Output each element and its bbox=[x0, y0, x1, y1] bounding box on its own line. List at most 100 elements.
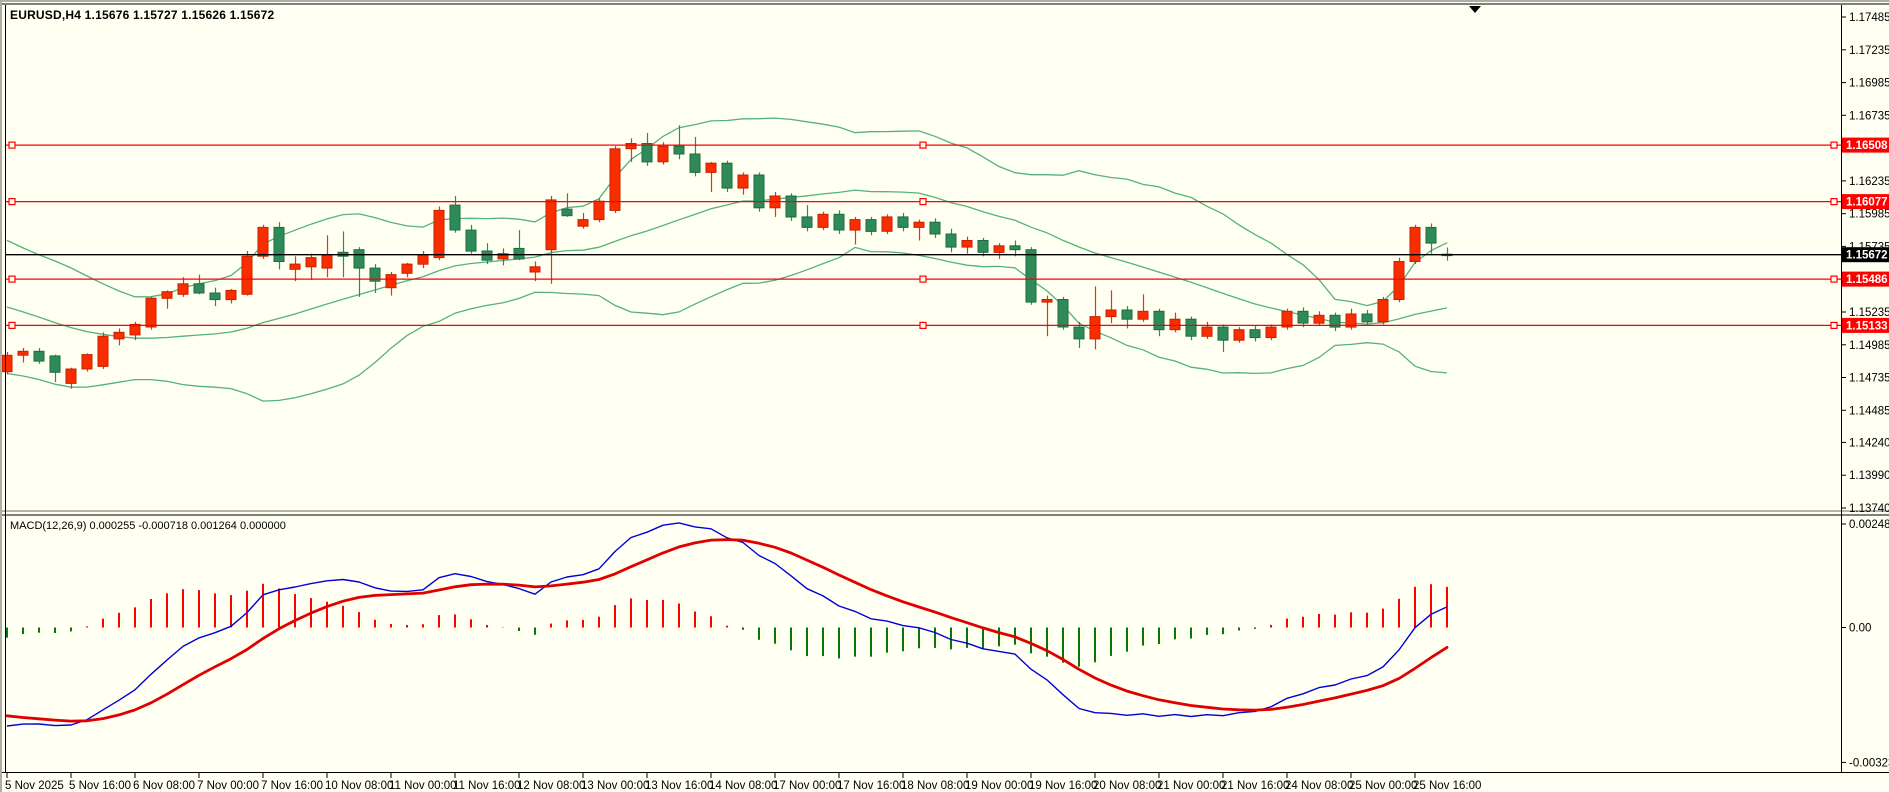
hline-drag-handle[interactable] bbox=[9, 199, 15, 205]
hline-drag-handle[interactable] bbox=[1831, 199, 1837, 205]
candle-bullish bbox=[1282, 311, 1292, 327]
time-axis-label: 24 Nov 08:00 bbox=[1285, 780, 1353, 792]
candle-bullish bbox=[322, 255, 332, 268]
chart-background bbox=[2, 2, 1889, 792]
candle-bearish bbox=[1026, 250, 1036, 302]
candle-bullish bbox=[914, 222, 924, 227]
candle-bullish bbox=[146, 298, 156, 327]
candle-bullish bbox=[386, 275, 396, 288]
hline-drag-handle[interactable] bbox=[9, 142, 15, 148]
candle-bullish bbox=[546, 200, 556, 250]
candle-bullish bbox=[434, 210, 444, 257]
hline-drag-handle[interactable] bbox=[1831, 142, 1837, 148]
price-axis-label: 1.14985 bbox=[1849, 340, 1889, 352]
hline-drag-handle[interactable] bbox=[920, 199, 926, 205]
time-axis-label: 19 Nov 00:00 bbox=[965, 780, 1033, 792]
candle-bearish bbox=[210, 293, 220, 300]
hline-drag-handle[interactable] bbox=[9, 276, 15, 282]
time-axis-label: 11 Nov 00:00 bbox=[389, 780, 457, 792]
candle-bearish bbox=[930, 222, 940, 234]
candle-bearish bbox=[1010, 246, 1020, 250]
candle-bearish bbox=[1186, 319, 1196, 336]
time-axis-label: 5 Nov 2025 bbox=[5, 780, 64, 792]
candle-bullish bbox=[1090, 317, 1100, 339]
candle-bullish bbox=[290, 264, 300, 269]
macd-indicator-label: MACD(12,26,9) 0.000255 -0.000718 0.00126… bbox=[10, 520, 286, 532]
time-axis-label: 10 Nov 08:00 bbox=[325, 780, 393, 792]
candle-bullish bbox=[2, 355, 12, 371]
hline-drag-handle[interactable] bbox=[1831, 322, 1837, 328]
hline-price-tag: 1.15486 bbox=[1846, 274, 1888, 286]
candle-bearish bbox=[1074, 327, 1084, 339]
price-axis-label: 1.14485 bbox=[1849, 405, 1889, 417]
hline-price-tag: 1.16077 bbox=[1846, 197, 1888, 209]
time-axis-label: 7 Nov 00:00 bbox=[197, 780, 259, 792]
price-axis-label: 1.17485 bbox=[1849, 12, 1889, 24]
candle-bullish bbox=[18, 351, 28, 355]
candle-bullish bbox=[658, 146, 668, 162]
candle-bullish bbox=[418, 255, 428, 264]
time-axis-label: 17 Nov 00:00 bbox=[773, 780, 841, 792]
candle-bearish bbox=[562, 209, 572, 216]
hline-drag-handle[interactable] bbox=[9, 322, 15, 328]
hline-drag-handle[interactable] bbox=[920, 142, 926, 148]
candle-bullish bbox=[98, 336, 108, 366]
candle-bullish bbox=[706, 163, 716, 172]
candle-bullish bbox=[594, 201, 604, 219]
candle-bearish bbox=[690, 154, 700, 172]
hline-price-tag: 1.16508 bbox=[1846, 140, 1888, 152]
candle-bearish bbox=[466, 230, 476, 251]
candle-bullish bbox=[626, 144, 636, 149]
hline-drag-handle[interactable] bbox=[920, 276, 926, 282]
candle-bearish bbox=[642, 144, 652, 162]
candle-bullish bbox=[1042, 300, 1052, 303]
candle-bullish bbox=[114, 332, 124, 339]
candle-bullish bbox=[1378, 300, 1388, 322]
candle-bullish bbox=[402, 264, 412, 273]
price-axis-label: 1.14240 bbox=[1849, 437, 1889, 449]
time-axis-label: 20 Nov 08:00 bbox=[1093, 780, 1161, 792]
candle-bullish bbox=[162, 292, 172, 299]
time-axis-label: 19 Nov 16:00 bbox=[1029, 780, 1097, 792]
price-axis-label: 1.15235 bbox=[1849, 307, 1889, 319]
candle-bullish bbox=[66, 369, 76, 383]
candle-bearish bbox=[1298, 311, 1308, 323]
candle-bullish bbox=[738, 175, 748, 188]
chart-window[interactable]: 1.174851.172351.169851.167351.164851.162… bbox=[0, 0, 1889, 792]
candle-bullish bbox=[962, 241, 972, 248]
candle-bearish bbox=[946, 234, 956, 247]
macd-axis-label: 0.002483 bbox=[1849, 519, 1889, 531]
hline-price-tag: 1.15133 bbox=[1846, 320, 1888, 332]
candle-bearish bbox=[786, 196, 796, 217]
time-axis-label: 12 Nov 08:00 bbox=[517, 780, 585, 792]
hline-drag-handle[interactable] bbox=[1831, 276, 1837, 282]
candle-bearish bbox=[1218, 327, 1228, 340]
candle-bearish bbox=[978, 241, 988, 253]
candle-bearish bbox=[450, 205, 460, 230]
time-axis-label: 14 Nov 08:00 bbox=[709, 780, 777, 792]
price-axis-label: 1.16735 bbox=[1849, 110, 1889, 122]
time-axis-label: 7 Nov 16:00 bbox=[261, 780, 323, 792]
candle-bullish bbox=[1394, 262, 1404, 300]
price-axis-label: 1.13990 bbox=[1849, 470, 1889, 482]
candle-bearish bbox=[802, 217, 812, 228]
hline-drag-handle[interactable] bbox=[920, 322, 926, 328]
candle-bullish bbox=[1314, 315, 1324, 323]
chart-svg[interactable]: 1.174851.172351.169851.167351.164851.162… bbox=[2, 2, 1889, 792]
candle-bullish bbox=[1202, 327, 1212, 336]
candle-bullish bbox=[242, 256, 252, 294]
candle-bullish bbox=[258, 227, 268, 256]
candle-bearish bbox=[898, 217, 908, 228]
price-axis-label: 1.13740 bbox=[1849, 503, 1889, 515]
time-axis-label: 13 Nov 00:00 bbox=[581, 780, 649, 792]
candle-bearish bbox=[1426, 227, 1436, 243]
candle-bearish bbox=[354, 250, 364, 268]
current-price-tag: 1.15672 bbox=[1846, 250, 1888, 262]
candle-bullish bbox=[82, 355, 92, 369]
candle-bearish bbox=[722, 163, 732, 188]
time-axis-label: 6 Nov 08:00 bbox=[133, 780, 195, 792]
candle-bullish bbox=[1234, 330, 1244, 341]
candle-bullish bbox=[178, 284, 188, 295]
price-axis-label: 1.15985 bbox=[1849, 209, 1889, 221]
time-axis-label: 25 Nov 16:00 bbox=[1413, 780, 1481, 792]
